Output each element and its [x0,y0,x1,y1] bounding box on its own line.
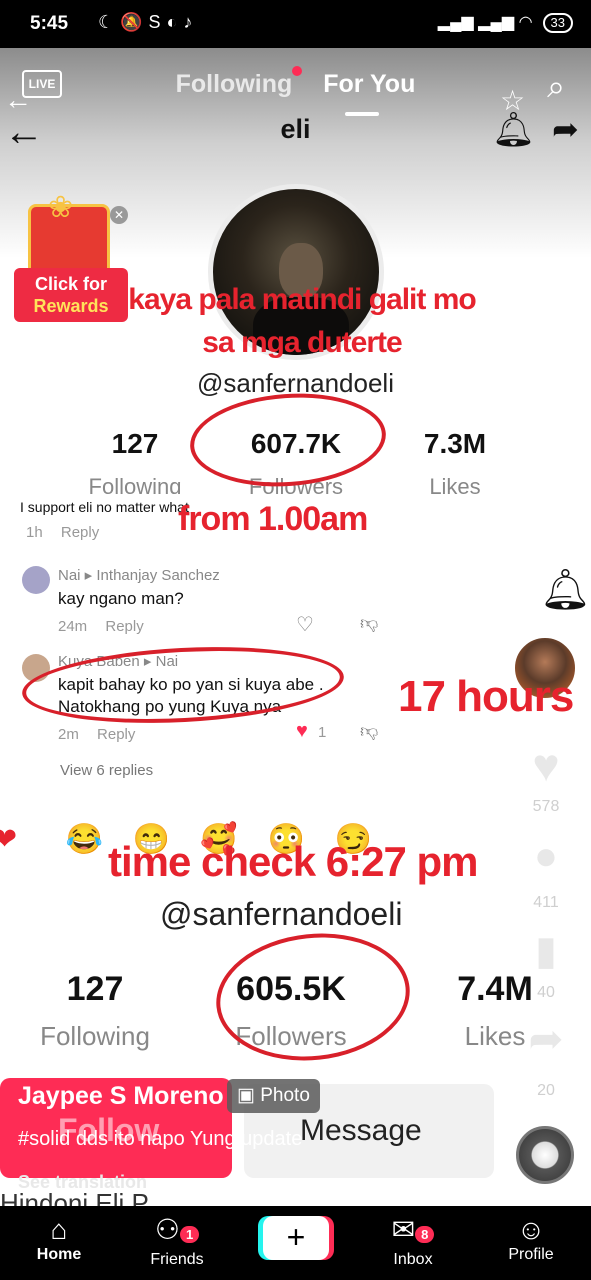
reply-button[interactable]: Reply [97,726,135,743]
stat-following: 127 Following [80,428,190,500]
annotation-circle [187,387,389,493]
nav-label: Friends [150,1251,204,1268]
stat-value: 7.3M [423,428,487,459]
overlay-from-time: from 1.00am [178,500,368,538]
rewards-line2: Rewards [33,296,109,316]
screenshot-handle-2: @sanfernandoeli [160,896,403,932]
view-replies-link[interactable]: View 6 replies [60,762,153,779]
like-heart-icon[interactable]: ♥ [516,738,576,792]
stat-label: Likes [429,474,481,499]
overlay-time-check: time check 6:27 pm [108,838,479,885]
comments-panel: I support eli no matter what 1h Reply Na… [0,494,400,856]
rewards-label: Click for Rewards [14,268,128,322]
comment-time: 1h [26,524,43,541]
bottom-nav: ⌂ Home ⚇ 1 Friends + ✉ 8 Inbox ☺ Profile [0,1206,591,1280]
comment-count: 411 [533,894,559,911]
share-arrow-icon: ➦ [552,111,579,147]
like-count: 578 [532,798,560,815]
comment-text: I support eli no matter what [20,499,189,515]
overlay-hours: 17 hours [398,672,574,721]
bookmark-icon[interactable]: ▮ [516,928,576,974]
stat-value: 127 [66,970,124,1008]
avatar [22,566,50,594]
dislike-icon[interactable]: 👎︎ [360,612,378,634]
status-bar: 5:45 ☾🔕S◐♪ ▂▄▆ ▂▄▆ ◠ 33 [0,0,591,48]
status-icons-right: ▂▄▆ ▂▄▆ ◠ 33 [438,12,573,33]
close-icon[interactable]: ✕ [110,206,128,224]
nav-home[interactable]: ⌂ Home [4,1214,114,1264]
search-icon[interactable]: ⌕ [547,68,565,106]
rewards-badge[interactable]: ❀ Click for Rewards [14,191,128,322]
overlay-caption-1: kaya pala matindi galit mo sa mga dutert… [128,283,476,359]
share-count: 20 [537,1082,555,1099]
nav-label: Inbox [393,1251,433,1268]
post-author[interactable]: Jaypee S Moreno [18,1082,224,1111]
create-button[interactable]: + [263,1216,329,1260]
rewards-line1: Click for [34,274,108,294]
comment-meta: 2m Reply [58,726,135,743]
stat-likes-2: 7.4M Likes [440,970,550,1052]
comment-text: kay ngano man? [58,589,184,608]
comment-bubble-icon[interactable]: ● [516,834,576,879]
bell-icon: 🔔︎ [540,568,591,612]
status-time: 5:45 [30,13,69,34]
nav-label: Home [36,1246,82,1263]
heart-filled-icon[interactable]: ♥ [296,720,308,743]
friends-badge: 1 [179,1226,200,1243]
comment-meta: 1h Reply [26,524,99,541]
bell-icon: 🔔︎ [492,111,536,149]
following-notification-dot [292,66,302,76]
tab-for-you[interactable]: For You [323,70,415,98]
photo-badge-label: Photo [260,1085,310,1106]
dislike-icon[interactable]: 👎︎ [360,720,378,742]
author-name[interactable]: Nai [58,567,81,584]
comment-time: 24m [58,618,88,635]
stat-likes: 7.3M Likes [400,428,510,500]
friends-icon: ⚇ 1 [122,1214,232,1251]
comment-like-count: 1 [318,724,327,741]
gift-bow-icon: ❀ [48,191,74,224]
nav-inbox[interactable]: ✉ 8 Inbox [358,1214,468,1269]
nav-label: Profile [508,1246,554,1263]
reply-button[interactable]: Reply [105,618,143,635]
home-icon: ⌂ [50,1214,68,1245]
nav-profile[interactable]: ☺ Profile [476,1214,586,1264]
reply-to-name[interactable]: Inthanjay Sanchez [96,567,219,584]
inbox-badge: 8 [415,1226,435,1243]
heart-outline-icon[interactable]: ♡ [296,612,314,637]
stat-label: Likes [464,1021,526,1051]
nav-friends[interactable]: ⚇ 1 Friends [122,1214,232,1269]
photo-badge: ▣ Photo [227,1079,320,1113]
music-disc-icon[interactable] [516,1126,574,1184]
comment-meta: 24m Reply [58,618,144,635]
photo-post[interactable]: ← LIVE Following For You ⌕ ☆ ← eli 🔔︎ ➦ … [0,48,591,1206]
comment-time: 2m [58,726,79,743]
post-caption[interactable]: #solid dds ito napo Yung update [18,1128,302,1151]
message-button-label: Message [300,1114,422,1147]
profile-icon: ☺ [516,1214,546,1245]
tab-following[interactable]: Following [176,70,293,98]
stat-value: 7.4M [457,970,533,1008]
comment-author: Nai ▸ Inthanjay Sanchez [58,567,220,584]
cutoff-text: Hindoni Eli P... [0,1188,168,1206]
status-icons-left: ☾🔕S◐♪ [98,12,199,32]
stat-value: 127 [111,428,159,459]
battery-icon: 33 [542,13,573,33]
inbox-icon: ✉ 8 [358,1214,468,1251]
stat-following-2: 127 Following [20,970,170,1052]
stat-label: Following [40,1021,150,1051]
reply-button[interactable]: Reply [61,524,99,541]
